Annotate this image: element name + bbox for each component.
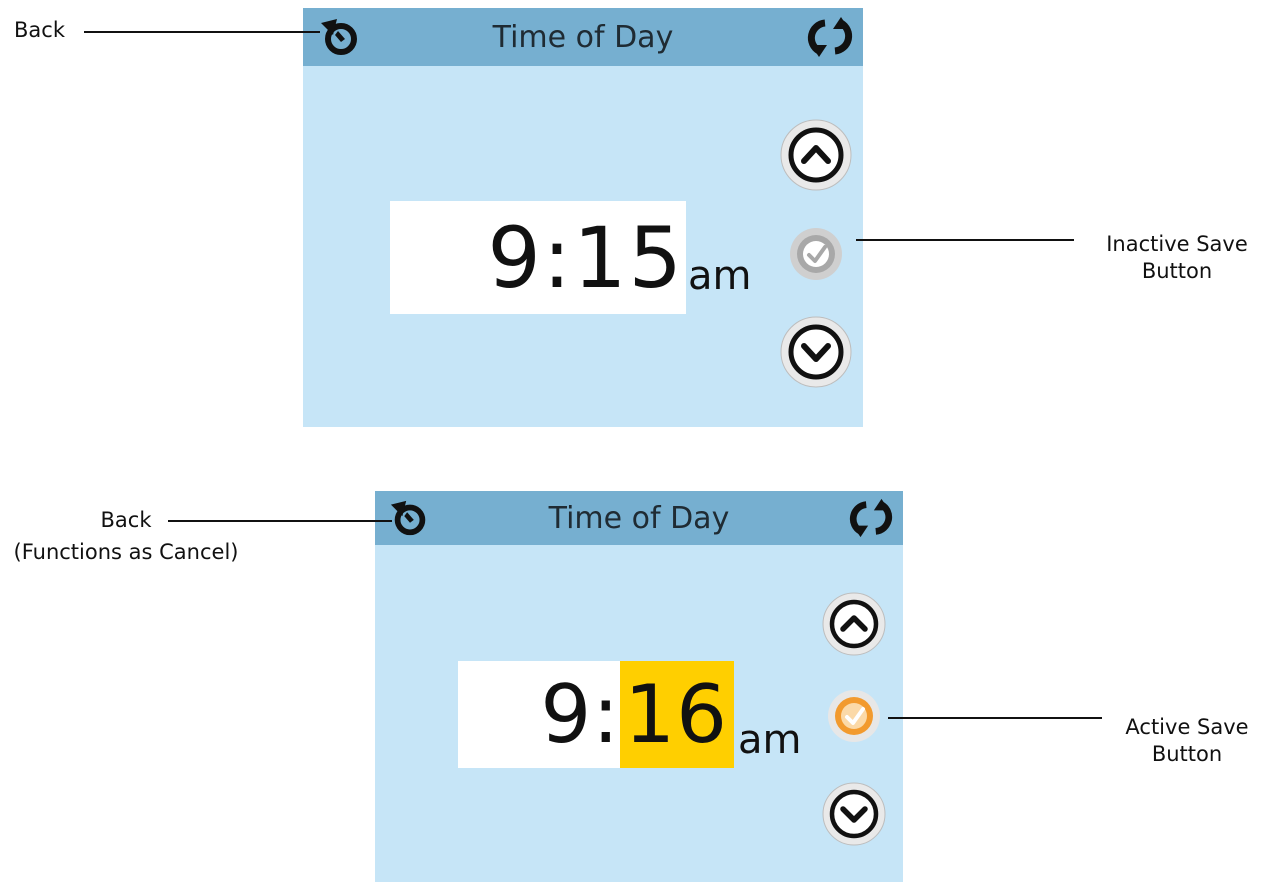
callout-active-save: Active Save Button	[1112, 714, 1262, 768]
thermostat-screen-inactive: Time of Day 9:15 am	[303, 8, 863, 427]
time-value: 9: 16	[540, 661, 734, 768]
time-display: 9: 16	[458, 661, 734, 768]
inactive-save-button	[790, 228, 842, 280]
callout-inactive-save: Inactive Save Button	[1092, 231, 1262, 285]
time-minute-selected[interactable]: 16	[620, 661, 734, 768]
down-button[interactable]	[779, 315, 853, 389]
callout-line: Active Save	[1125, 715, 1249, 739]
title-bar: Time of Day	[375, 491, 903, 545]
callout-line: Button	[1141, 259, 1213, 283]
time-display: 9:15	[390, 201, 686, 314]
screen-title: Time of Day	[492, 19, 674, 55]
ampm-label: am	[688, 253, 752, 299]
time-hour: 9:	[540, 668, 621, 761]
leader-line	[856, 239, 1074, 241]
up-button[interactable]	[779, 118, 853, 192]
callout-note: (Functions as Cancel)	[13, 540, 239, 564]
callout-back-top: Back	[14, 18, 65, 42]
active-save-button[interactable]	[827, 689, 881, 743]
up-button[interactable]	[821, 591, 887, 657]
refresh-icon[interactable]	[847, 497, 895, 539]
callout-back-bottom: Back (Functions as Cancel)	[8, 507, 244, 566]
refresh-icon[interactable]	[805, 15, 855, 59]
screen-title: Time of Day	[548, 500, 730, 536]
thermostat-screen-active: Time of Day 9: 16 am	[375, 491, 903, 882]
leader-line	[888, 717, 1102, 719]
down-button[interactable]	[821, 781, 887, 847]
back-icon[interactable]	[389, 497, 431, 539]
callout-line: Inactive Save	[1106, 232, 1248, 256]
leader-line	[84, 31, 320, 33]
title-bar: Time of Day	[303, 8, 863, 66]
back-icon[interactable]	[319, 15, 363, 59]
time-value: 9:15	[487, 208, 684, 307]
leader-line	[168, 520, 392, 522]
ampm-label: am	[738, 717, 802, 763]
callout-line: Button	[1151, 742, 1223, 766]
